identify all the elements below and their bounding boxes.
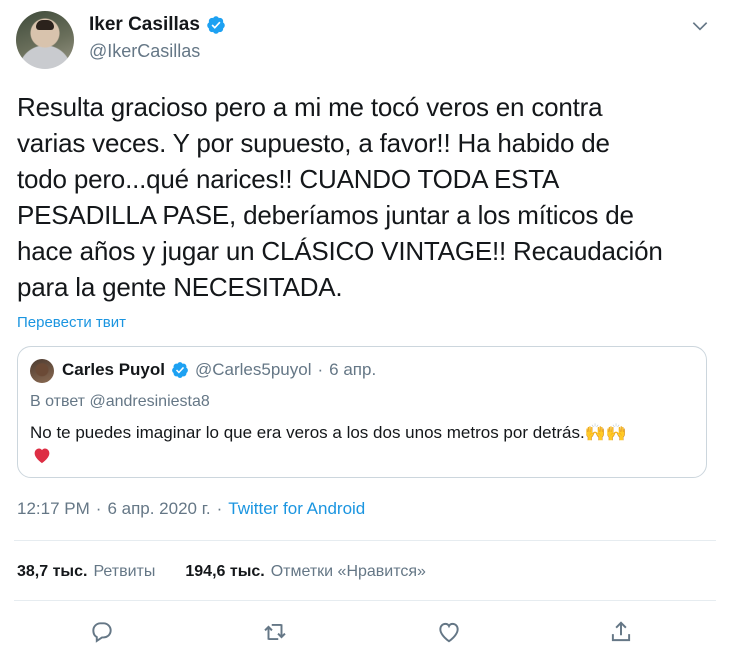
tweet-source-link[interactable]: Twitter for Android <box>228 499 365 519</box>
like-button[interactable] <box>436 619 466 649</box>
verified-badge-icon <box>172 362 188 378</box>
retweet-button[interactable] <box>262 619 292 649</box>
quoted-author-avatar <box>30 359 54 383</box>
quoted-author-handle: @Carles5puyol <box>195 360 312 379</box>
likes-label[interactable]: Отметки «Нравится» <box>271 563 426 581</box>
tweet-time[interactable]: 12:17 PM <box>17 499 90 519</box>
translate-tweet-link[interactable]: Перевести твит <box>17 314 126 331</box>
meta-separator: · <box>95 499 102 518</box>
tweet-header: Iker Casillas @IkerCasillas <box>14 10 716 70</box>
quoted-date: 6 апр. <box>329 360 377 379</box>
meta-separator-2: · <box>216 499 223 518</box>
divider <box>14 600 716 601</box>
retweets-label[interactable]: Ретвиты <box>93 563 155 581</box>
author-handle[interactable]: @IkerCasillas <box>89 41 200 62</box>
tweet-actions <box>0 616 730 652</box>
tweet-date[interactable]: 6 апр. 2020 г. <box>107 499 210 519</box>
likes-count[interactable]: 194,6 тыс. <box>185 563 264 581</box>
chevron-down-icon[interactable] <box>690 16 710 36</box>
tweet-text: Resulta gracioso pero a mi me tocó veros… <box>17 92 663 302</box>
author-avatar[interactable] <box>16 11 74 69</box>
retweet-icon <box>264 623 286 641</box>
divider <box>14 540 716 541</box>
author-name-row: Iker Casillas <box>89 14 226 36</box>
red-heart-emoji-icon <box>34 448 50 464</box>
share-button[interactable] <box>608 619 638 649</box>
tweet-meta: 12:17 PM · 6 апр. 2020 г. · Twitter for … <box>17 499 365 519</box>
quoted-tweet[interactable]: Carles Puyol @Carles5puyol · 6 апр. В от… <box>17 346 707 478</box>
tweet-stats: 38,7 тыс. Ретвиты 194,6 тыс. Отметки «Нр… <box>17 563 426 581</box>
reply-button[interactable] <box>89 619 119 649</box>
share-icon <box>611 621 631 642</box>
quoted-author-row: Carles Puyol @Carles5puyol · 6 апр. <box>62 360 376 380</box>
heart-icon <box>439 622 459 643</box>
retweets-count[interactable]: 38,7 тыс. <box>17 563 87 581</box>
quoted-author-name: Carles Puyol <box>62 360 165 379</box>
author-name[interactable]: Iker Casillas <box>89 14 200 36</box>
quoted-separator: · <box>317 360 324 379</box>
verified-badge-icon <box>207 16 225 34</box>
reply-icon <box>92 622 112 643</box>
quoted-reply-to: В ответ @andresiniesta8 <box>30 393 210 410</box>
quoted-text: No te puedes imaginar lo que era veros a… <box>30 423 628 442</box>
